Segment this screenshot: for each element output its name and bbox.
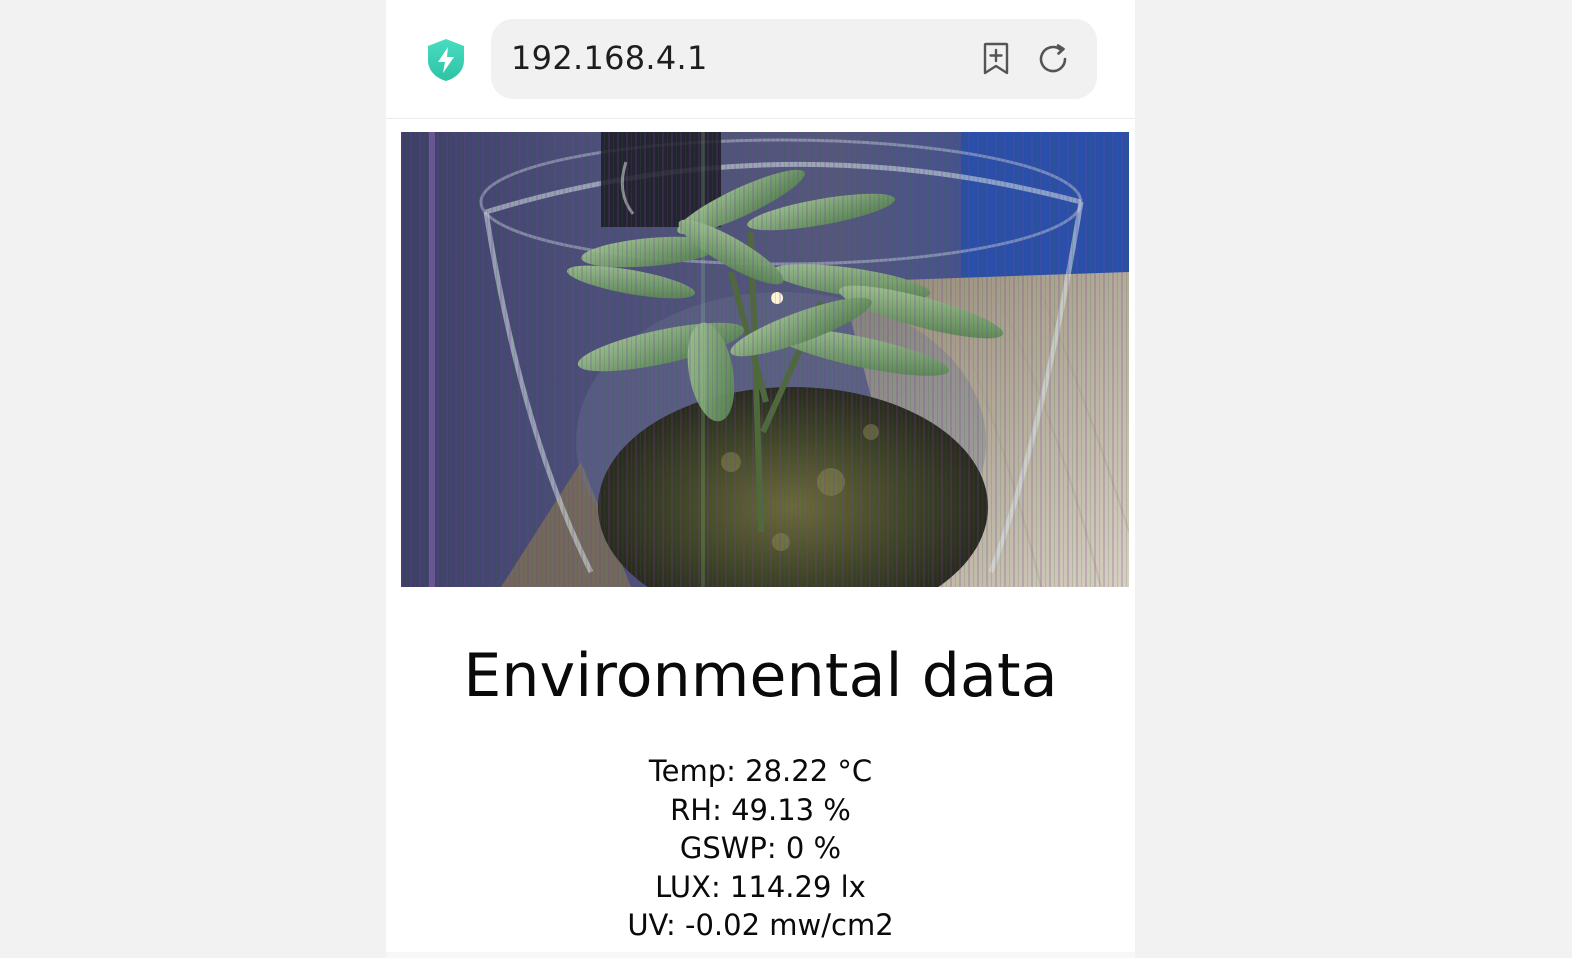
browser-window: 192.168.4.1 Environmental data Temp: 28.… bbox=[386, 0, 1135, 952]
sensor-readings: Temp: 28.22 °C RH: 49.13 % GSWP: 0 % LUX… bbox=[386, 752, 1135, 945]
bookmark-add-icon[interactable] bbox=[980, 42, 1012, 76]
camera-image bbox=[401, 132, 1129, 587]
browser-toolbar: 192.168.4.1 bbox=[386, 0, 1135, 119]
humidity-reading: RH: 49.13 % bbox=[670, 792, 851, 827]
page-title: Environmental data bbox=[463, 641, 1058, 711]
lux-reading: LUX: 114.29 lx bbox=[655, 869, 866, 904]
uv-reading: UV: -0.02 mw/cm2 bbox=[627, 908, 894, 942]
url-text[interactable]: 192.168.4.1 bbox=[511, 38, 708, 78]
temperature-reading: Temp: 28.22 °C bbox=[648, 754, 873, 788]
soil-water-reading: GSWP: 0 % bbox=[679, 831, 842, 865]
shield-bolt-icon[interactable] bbox=[426, 38, 466, 82]
address-bar[interactable]: 192.168.4.1 bbox=[491, 19, 1097, 99]
reload-icon[interactable] bbox=[1036, 42, 1070, 76]
bottom-edge bbox=[386, 952, 1135, 958]
